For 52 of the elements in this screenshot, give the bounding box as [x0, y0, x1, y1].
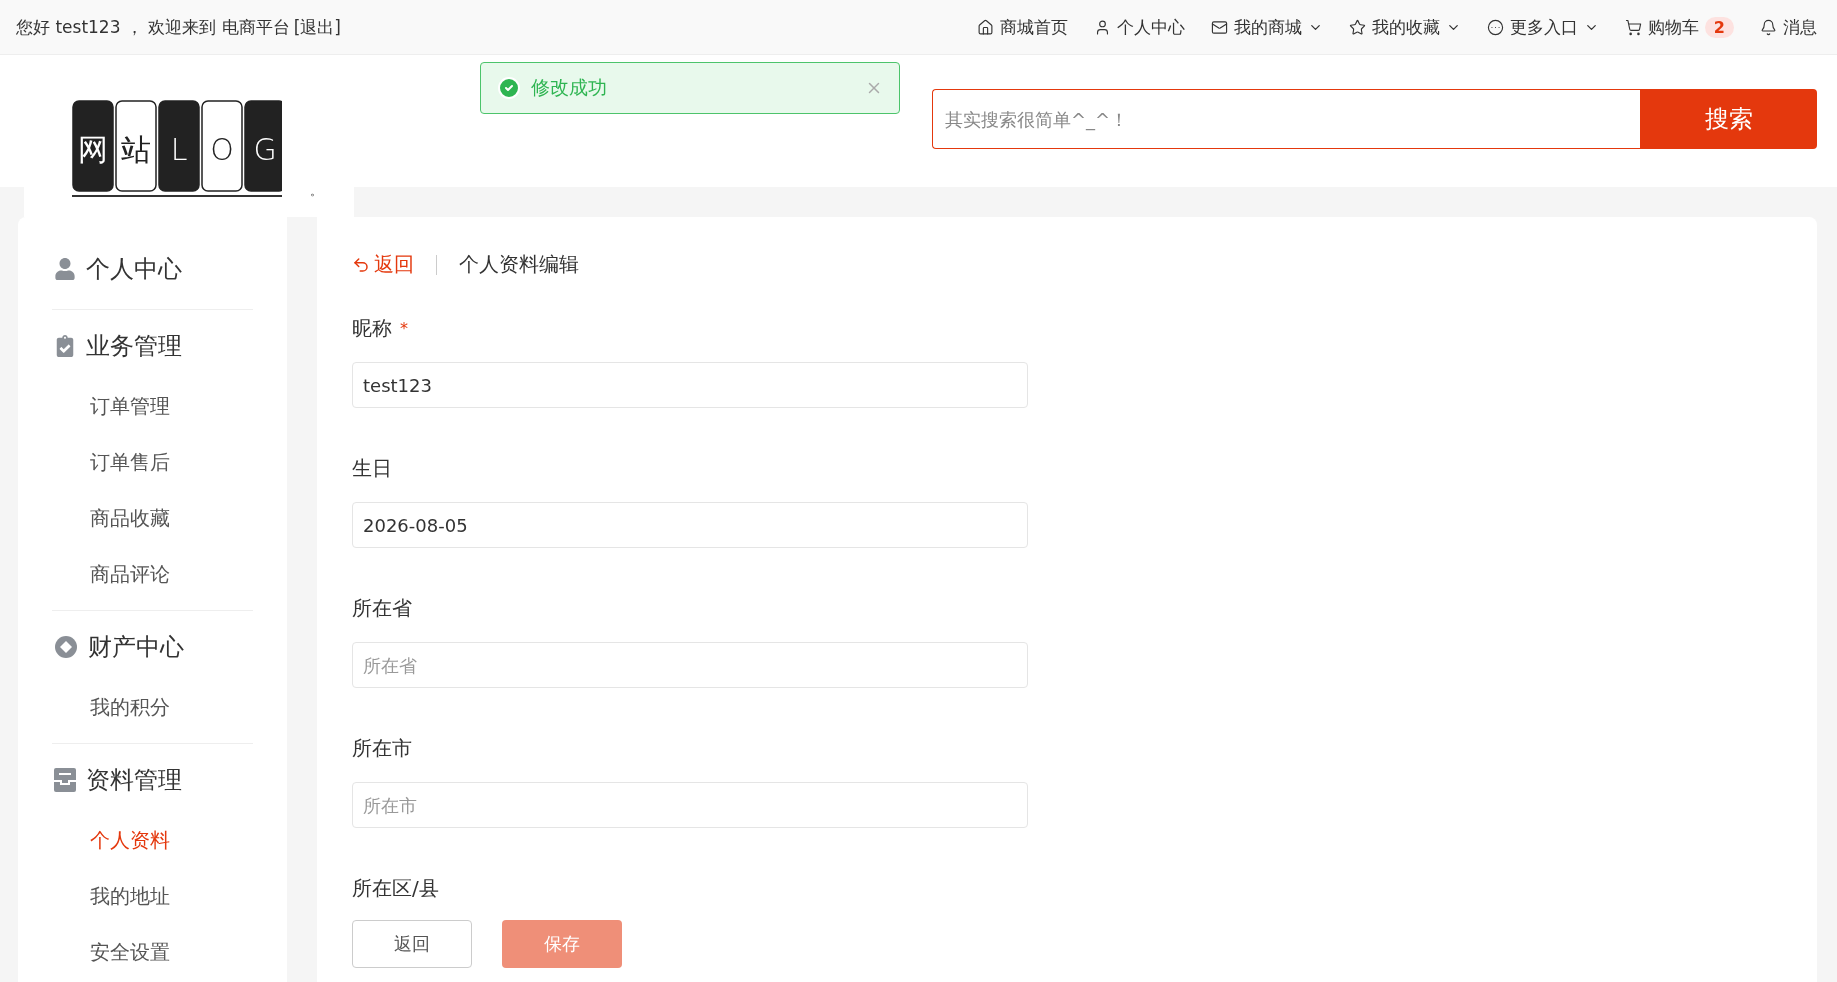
nav-link[interactable]: 更多入口: [1486, 15, 1599, 39]
check-circle-icon: [497, 76, 521, 100]
back-link[interactable]: 返回: [352, 251, 414, 278]
sidebar-item[interactable]: 订单管理: [52, 378, 253, 434]
bell-icon: [1760, 18, 1777, 36]
nav-link[interactable]: 购物车 2: [1624, 15, 1734, 39]
cart-icon: [1624, 18, 1642, 36]
input-field[interactable]: 2026-08-05: [352, 502, 1028, 548]
cart-count-badge: 2: [1704, 16, 1734, 38]
inbox-icon: [54, 768, 76, 792]
input-field[interactable]: 所在市: [352, 782, 1028, 828]
sidebar-heading: 资料管理: [86, 765, 182, 796]
search-field[interactable]: 其实搜索很简单^_^！: [932, 89, 1640, 149]
back-button[interactable]: 返回: [352, 920, 472, 968]
nav-link[interactable]: 消息: [1760, 15, 1817, 39]
back-arrow-icon: [352, 255, 370, 274]
page-title: 个人资料编辑: [459, 251, 579, 278]
toast-message: 修改成功: [531, 75, 608, 100]
nav-link[interactable]: 个人中心: [1093, 15, 1185, 39]
field-label: 昵称: [352, 314, 392, 342]
sidebar-item[interactable]: 订单售后: [52, 434, 253, 490]
user-icon: [54, 258, 76, 280]
field-label: 生日: [352, 454, 392, 482]
sidebar-item[interactable]: 我的地址: [52, 868, 253, 924]
field-label: 所在市: [352, 734, 412, 762]
sidebar-item[interactable]: 商品评论: [52, 546, 253, 602]
ellipsis-icon: [1486, 18, 1504, 36]
required-mark: *: [400, 318, 408, 338]
field-label: 所在省: [352, 594, 412, 622]
sidebar-item[interactable]: 商品收藏: [52, 490, 253, 546]
sidebar-heading: 财产中心: [88, 632, 184, 663]
clipboard-check-icon: [54, 335, 76, 357]
nav-link[interactable]: 我的收藏: [1348, 15, 1461, 39]
sidebar-item[interactable]: 安全设置: [52, 924, 253, 980]
star-icon: [1348, 18, 1366, 36]
sidebar-heading: 个人中心: [86, 254, 182, 285]
input-field[interactable]: test123: [352, 362, 1028, 408]
nav-link[interactable]: 商城首页: [976, 15, 1068, 39]
input-field[interactable]: 所在省: [352, 642, 1028, 688]
field-label: 所在区/县: [352, 874, 439, 902]
home-icon: [976, 18, 994, 36]
greeting-text: 您好 test123 ， 欢迎来到 电商平台: [16, 16, 290, 37]
sidebar-heading: 业务管理: [86, 331, 182, 362]
diamond-coin-icon: [54, 635, 78, 659]
logo-dot: 。: [310, 183, 322, 200]
logo-drawing: 网 站 L O G: [72, 100, 282, 198]
sidebar-item[interactable]: 我的积分: [52, 679, 253, 735]
logout-link[interactable]: [退出]: [293, 16, 341, 37]
nav-link[interactable]: 我的商城: [1210, 15, 1323, 39]
sidebar-item[interactable]: 个人资料: [52, 812, 253, 868]
mailbox-icon: [1210, 18, 1228, 36]
search-button[interactable]: 搜索: [1640, 89, 1817, 149]
